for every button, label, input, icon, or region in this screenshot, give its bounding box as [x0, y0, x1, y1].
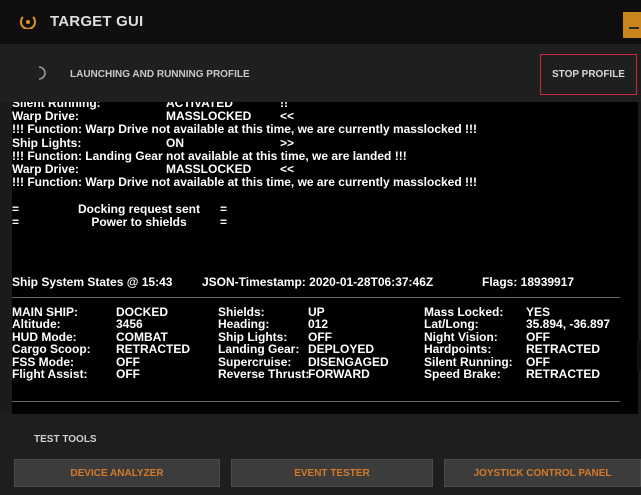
loading-spinner-icon — [38, 66, 46, 80]
log-text: !!! Function: Landing Gear not available… — [12, 148, 407, 163]
log-area: Silent Running: ACTIVATED!! Warp Drive: MAS… — [12, 102, 622, 229]
log-text: !!! Function: Warp Drive not available a… — [12, 175, 477, 190]
log-line: Silent Running: ACTIVATED!! — [12, 102, 622, 110]
app-title: TARGET GUI — [50, 13, 144, 30]
output-console[interactable]: Silent Running: ACTIVATED!! Warp Drive: MAS… — [12, 102, 638, 414]
test-tools-label: TEST TOOLS — [34, 434, 97, 445]
log-text: ON — [166, 135, 184, 150]
log-line: Ship Lights: ON >> — [12, 135, 622, 150]
log-text: = — [12, 214, 20, 229]
log-line: = Docking request sent = — [12, 201, 622, 216]
log-text: = — [12, 201, 20, 216]
joystick-control-panel-button[interactable]: JOYSTICK CONTROL PANEL — [444, 459, 641, 487]
flags-value: Flags: 18939917 — [482, 275, 575, 289]
state-value: RETRACTED — [526, 367, 600, 381]
log-text: !!! Function: Warp Drive not available a… — [12, 122, 477, 137]
device-analyzer-button[interactable]: DEVICE ANALYZER — [14, 459, 220, 487]
log-text: = — [220, 214, 228, 229]
stop-profile-button[interactable]: STOP PROFILE — [540, 54, 637, 95]
profile-status: LAUNCHING AND RUNNING PROFILE — [70, 69, 250, 80]
divider-bottom — [12, 401, 620, 402]
log-line: !!! Function: Warp Drive not available a… — [12, 123, 622, 136]
title-bar: TARGET GUI — [0, 0, 641, 44]
minimize-button[interactable] — [623, 12, 641, 38]
state-label: Flight Assist: — [12, 367, 88, 381]
log-text: Docking request sent — [77, 201, 201, 216]
state-value: OFF — [116, 367, 140, 381]
log-text: Power to shields — [91, 214, 187, 229]
log-text: = — [220, 201, 228, 216]
log-line: !!! Function: Landing Gear not available… — [12, 148, 622, 163]
log-text: Ship Lights: — [12, 135, 82, 150]
state-value: FORWARD — [308, 367, 370, 381]
state-title: Ship System States @ 15:43 — [12, 275, 173, 289]
log-text: >> — [280, 135, 295, 150]
event-tester-button[interactable]: EVENT TESTER — [231, 459, 433, 487]
log-line: !!! Function: Warp Drive not available a… — [12, 175, 622, 190]
state-label: Speed Brake: — [424, 367, 501, 381]
state-label: Reverse Thrust: — [218, 367, 310, 381]
divider-top — [12, 297, 620, 298]
json-timestamp: JSON-Timestamp: 2020-01-28T06:37:46Z — [202, 275, 434, 289]
window-edge-handle[interactable] — [637, 340, 641, 370]
minimize-icon — [629, 27, 639, 29]
target-logo-icon — [20, 16, 36, 29]
log-line: = Power to shields = — [12, 214, 622, 229]
